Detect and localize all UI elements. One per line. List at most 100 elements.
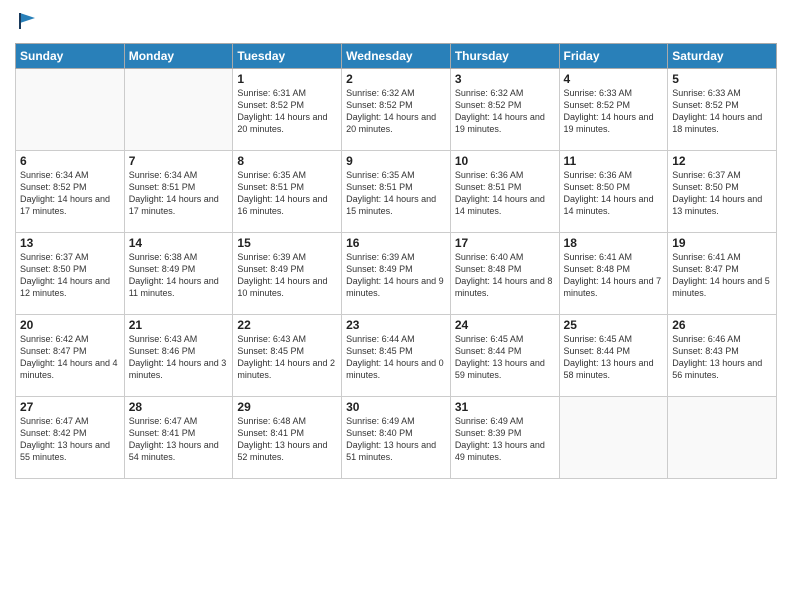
- day-number: 11: [564, 154, 664, 168]
- day-info: Sunrise: 6:34 AM Sunset: 8:51 PM Dayligh…: [129, 169, 229, 218]
- calendar-day-cell: 3Sunrise: 6:32 AM Sunset: 8:52 PM Daylig…: [450, 69, 559, 151]
- day-number: 31: [455, 400, 555, 414]
- calendar-day-cell: 2Sunrise: 6:32 AM Sunset: 8:52 PM Daylig…: [342, 69, 451, 151]
- calendar-day-cell: 28Sunrise: 6:47 AM Sunset: 8:41 PM Dayli…: [124, 397, 233, 479]
- calendar-day-cell: 19Sunrise: 6:41 AM Sunset: 8:47 PM Dayli…: [668, 233, 777, 315]
- calendar-week-row: 13Sunrise: 6:37 AM Sunset: 8:50 PM Dayli…: [16, 233, 777, 315]
- page: SundayMondayTuesdayWednesdayThursdayFrid…: [0, 0, 792, 612]
- day-number: 15: [237, 236, 337, 250]
- calendar-day-cell: 12Sunrise: 6:37 AM Sunset: 8:50 PM Dayli…: [668, 151, 777, 233]
- day-number: 23: [346, 318, 446, 332]
- day-info: Sunrise: 6:32 AM Sunset: 8:52 PM Dayligh…: [346, 87, 446, 136]
- day-info: Sunrise: 6:36 AM Sunset: 8:51 PM Dayligh…: [455, 169, 555, 218]
- calendar-table: SundayMondayTuesdayWednesdayThursdayFrid…: [15, 43, 777, 479]
- weekday-header-friday: Friday: [559, 44, 668, 69]
- day-info: Sunrise: 6:43 AM Sunset: 8:46 PM Dayligh…: [129, 333, 229, 382]
- day-info: Sunrise: 6:42 AM Sunset: 8:47 PM Dayligh…: [20, 333, 120, 382]
- day-number: 17: [455, 236, 555, 250]
- day-number: 26: [672, 318, 772, 332]
- weekday-header-saturday: Saturday: [668, 44, 777, 69]
- calendar-week-row: 27Sunrise: 6:47 AM Sunset: 8:42 PM Dayli…: [16, 397, 777, 479]
- weekday-header-monday: Monday: [124, 44, 233, 69]
- day-info: Sunrise: 6:43 AM Sunset: 8:45 PM Dayligh…: [237, 333, 337, 382]
- day-info: Sunrise: 6:33 AM Sunset: 8:52 PM Dayligh…: [564, 87, 664, 136]
- calendar-day-cell: 7Sunrise: 6:34 AM Sunset: 8:51 PM Daylig…: [124, 151, 233, 233]
- day-info: Sunrise: 6:48 AM Sunset: 8:41 PM Dayligh…: [237, 415, 337, 464]
- day-number: 21: [129, 318, 229, 332]
- day-info: Sunrise: 6:33 AM Sunset: 8:52 PM Dayligh…: [672, 87, 772, 136]
- day-info: Sunrise: 6:35 AM Sunset: 8:51 PM Dayligh…: [237, 169, 337, 218]
- day-info: Sunrise: 6:37 AM Sunset: 8:50 PM Dayligh…: [672, 169, 772, 218]
- header: [15, 10, 777, 37]
- calendar-day-cell: 21Sunrise: 6:43 AM Sunset: 8:46 PM Dayli…: [124, 315, 233, 397]
- day-info: Sunrise: 6:38 AM Sunset: 8:49 PM Dayligh…: [129, 251, 229, 300]
- calendar-day-cell: 8Sunrise: 6:35 AM Sunset: 8:51 PM Daylig…: [233, 151, 342, 233]
- day-number: 22: [237, 318, 337, 332]
- day-number: 9: [346, 154, 446, 168]
- day-number: 19: [672, 236, 772, 250]
- calendar-day-cell: 4Sunrise: 6:33 AM Sunset: 8:52 PM Daylig…: [559, 69, 668, 151]
- day-info: Sunrise: 6:36 AM Sunset: 8:50 PM Dayligh…: [564, 169, 664, 218]
- day-info: Sunrise: 6:39 AM Sunset: 8:49 PM Dayligh…: [237, 251, 337, 300]
- calendar-day-cell: 5Sunrise: 6:33 AM Sunset: 8:52 PM Daylig…: [668, 69, 777, 151]
- calendar-day-cell: 24Sunrise: 6:45 AM Sunset: 8:44 PM Dayli…: [450, 315, 559, 397]
- day-number: 14: [129, 236, 229, 250]
- day-number: 28: [129, 400, 229, 414]
- day-info: Sunrise: 6:47 AM Sunset: 8:42 PM Dayligh…: [20, 415, 120, 464]
- day-info: Sunrise: 6:32 AM Sunset: 8:52 PM Dayligh…: [455, 87, 555, 136]
- day-number: 4: [564, 72, 664, 86]
- day-info: Sunrise: 6:45 AM Sunset: 8:44 PM Dayligh…: [455, 333, 555, 382]
- day-info: Sunrise: 6:31 AM Sunset: 8:52 PM Dayligh…: [237, 87, 337, 136]
- day-number: 6: [20, 154, 120, 168]
- calendar-week-row: 6Sunrise: 6:34 AM Sunset: 8:52 PM Daylig…: [16, 151, 777, 233]
- calendar-day-cell: 1Sunrise: 6:31 AM Sunset: 8:52 PM Daylig…: [233, 69, 342, 151]
- calendar-day-cell: 23Sunrise: 6:44 AM Sunset: 8:45 PM Dayli…: [342, 315, 451, 397]
- day-info: Sunrise: 6:49 AM Sunset: 8:40 PM Dayligh…: [346, 415, 446, 464]
- weekday-header-thursday: Thursday: [450, 44, 559, 69]
- calendar-day-cell: 9Sunrise: 6:35 AM Sunset: 8:51 PM Daylig…: [342, 151, 451, 233]
- calendar-day-cell: 31Sunrise: 6:49 AM Sunset: 8:39 PM Dayli…: [450, 397, 559, 479]
- weekday-header-sunday: Sunday: [16, 44, 125, 69]
- calendar-day-cell: 13Sunrise: 6:37 AM Sunset: 8:50 PM Dayli…: [16, 233, 125, 315]
- day-info: Sunrise: 6:34 AM Sunset: 8:52 PM Dayligh…: [20, 169, 120, 218]
- day-info: Sunrise: 6:44 AM Sunset: 8:45 PM Dayligh…: [346, 333, 446, 382]
- day-info: Sunrise: 6:41 AM Sunset: 8:47 PM Dayligh…: [672, 251, 772, 300]
- calendar-day-cell: 20Sunrise: 6:42 AM Sunset: 8:47 PM Dayli…: [16, 315, 125, 397]
- calendar-day-cell: [668, 397, 777, 479]
- day-info: Sunrise: 6:35 AM Sunset: 8:51 PM Dayligh…: [346, 169, 446, 218]
- day-number: 1: [237, 72, 337, 86]
- logo-flag-icon: [17, 10, 39, 32]
- calendar-day-cell: 10Sunrise: 6:36 AM Sunset: 8:51 PM Dayli…: [450, 151, 559, 233]
- day-info: Sunrise: 6:37 AM Sunset: 8:50 PM Dayligh…: [20, 251, 120, 300]
- day-info: Sunrise: 6:46 AM Sunset: 8:43 PM Dayligh…: [672, 333, 772, 382]
- day-info: Sunrise: 6:41 AM Sunset: 8:48 PM Dayligh…: [564, 251, 664, 300]
- calendar-day-cell: 25Sunrise: 6:45 AM Sunset: 8:44 PM Dayli…: [559, 315, 668, 397]
- day-number: 29: [237, 400, 337, 414]
- calendar-day-cell: [124, 69, 233, 151]
- calendar-day-cell: 30Sunrise: 6:49 AM Sunset: 8:40 PM Dayli…: [342, 397, 451, 479]
- calendar-day-cell: 11Sunrise: 6:36 AM Sunset: 8:50 PM Dayli…: [559, 151, 668, 233]
- calendar-day-cell: 27Sunrise: 6:47 AM Sunset: 8:42 PM Dayli…: [16, 397, 125, 479]
- day-number: 12: [672, 154, 772, 168]
- day-number: 7: [129, 154, 229, 168]
- logo: [15, 10, 39, 37]
- calendar-day-cell: 16Sunrise: 6:39 AM Sunset: 8:49 PM Dayli…: [342, 233, 451, 315]
- day-info: Sunrise: 6:40 AM Sunset: 8:48 PM Dayligh…: [455, 251, 555, 300]
- weekday-header-tuesday: Tuesday: [233, 44, 342, 69]
- day-number: 25: [564, 318, 664, 332]
- day-number: 10: [455, 154, 555, 168]
- calendar-day-cell: 6Sunrise: 6:34 AM Sunset: 8:52 PM Daylig…: [16, 151, 125, 233]
- day-number: 2: [346, 72, 446, 86]
- day-number: 18: [564, 236, 664, 250]
- day-info: Sunrise: 6:49 AM Sunset: 8:39 PM Dayligh…: [455, 415, 555, 464]
- calendar-day-cell: [559, 397, 668, 479]
- calendar-day-cell: 17Sunrise: 6:40 AM Sunset: 8:48 PM Dayli…: [450, 233, 559, 315]
- calendar-day-cell: [16, 69, 125, 151]
- day-number: 13: [20, 236, 120, 250]
- day-info: Sunrise: 6:45 AM Sunset: 8:44 PM Dayligh…: [564, 333, 664, 382]
- calendar-week-row: 20Sunrise: 6:42 AM Sunset: 8:47 PM Dayli…: [16, 315, 777, 397]
- day-number: 30: [346, 400, 446, 414]
- weekday-header-wednesday: Wednesday: [342, 44, 451, 69]
- calendar-week-row: 1Sunrise: 6:31 AM Sunset: 8:52 PM Daylig…: [16, 69, 777, 151]
- day-number: 3: [455, 72, 555, 86]
